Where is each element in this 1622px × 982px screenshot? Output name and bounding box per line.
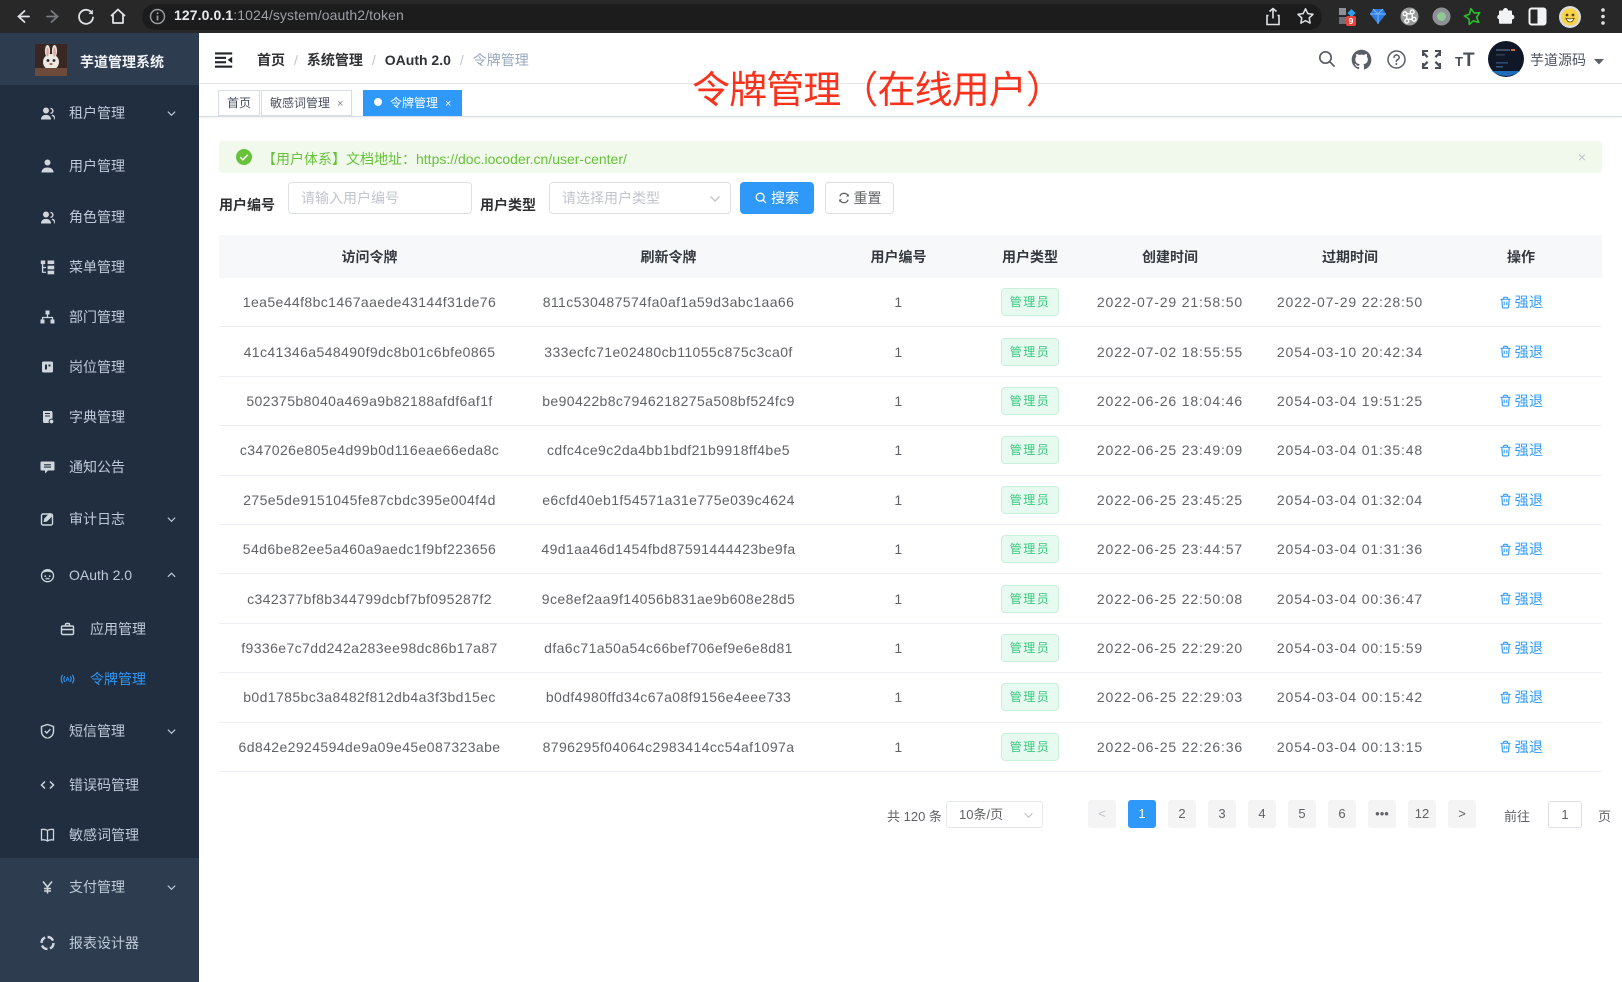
svg-text:A: A	[65, 677, 70, 683]
svg-text:T: T	[1463, 50, 1475, 69]
svg-text:T: T	[1455, 54, 1463, 69]
svg-text:9: 9	[1349, 16, 1354, 26]
